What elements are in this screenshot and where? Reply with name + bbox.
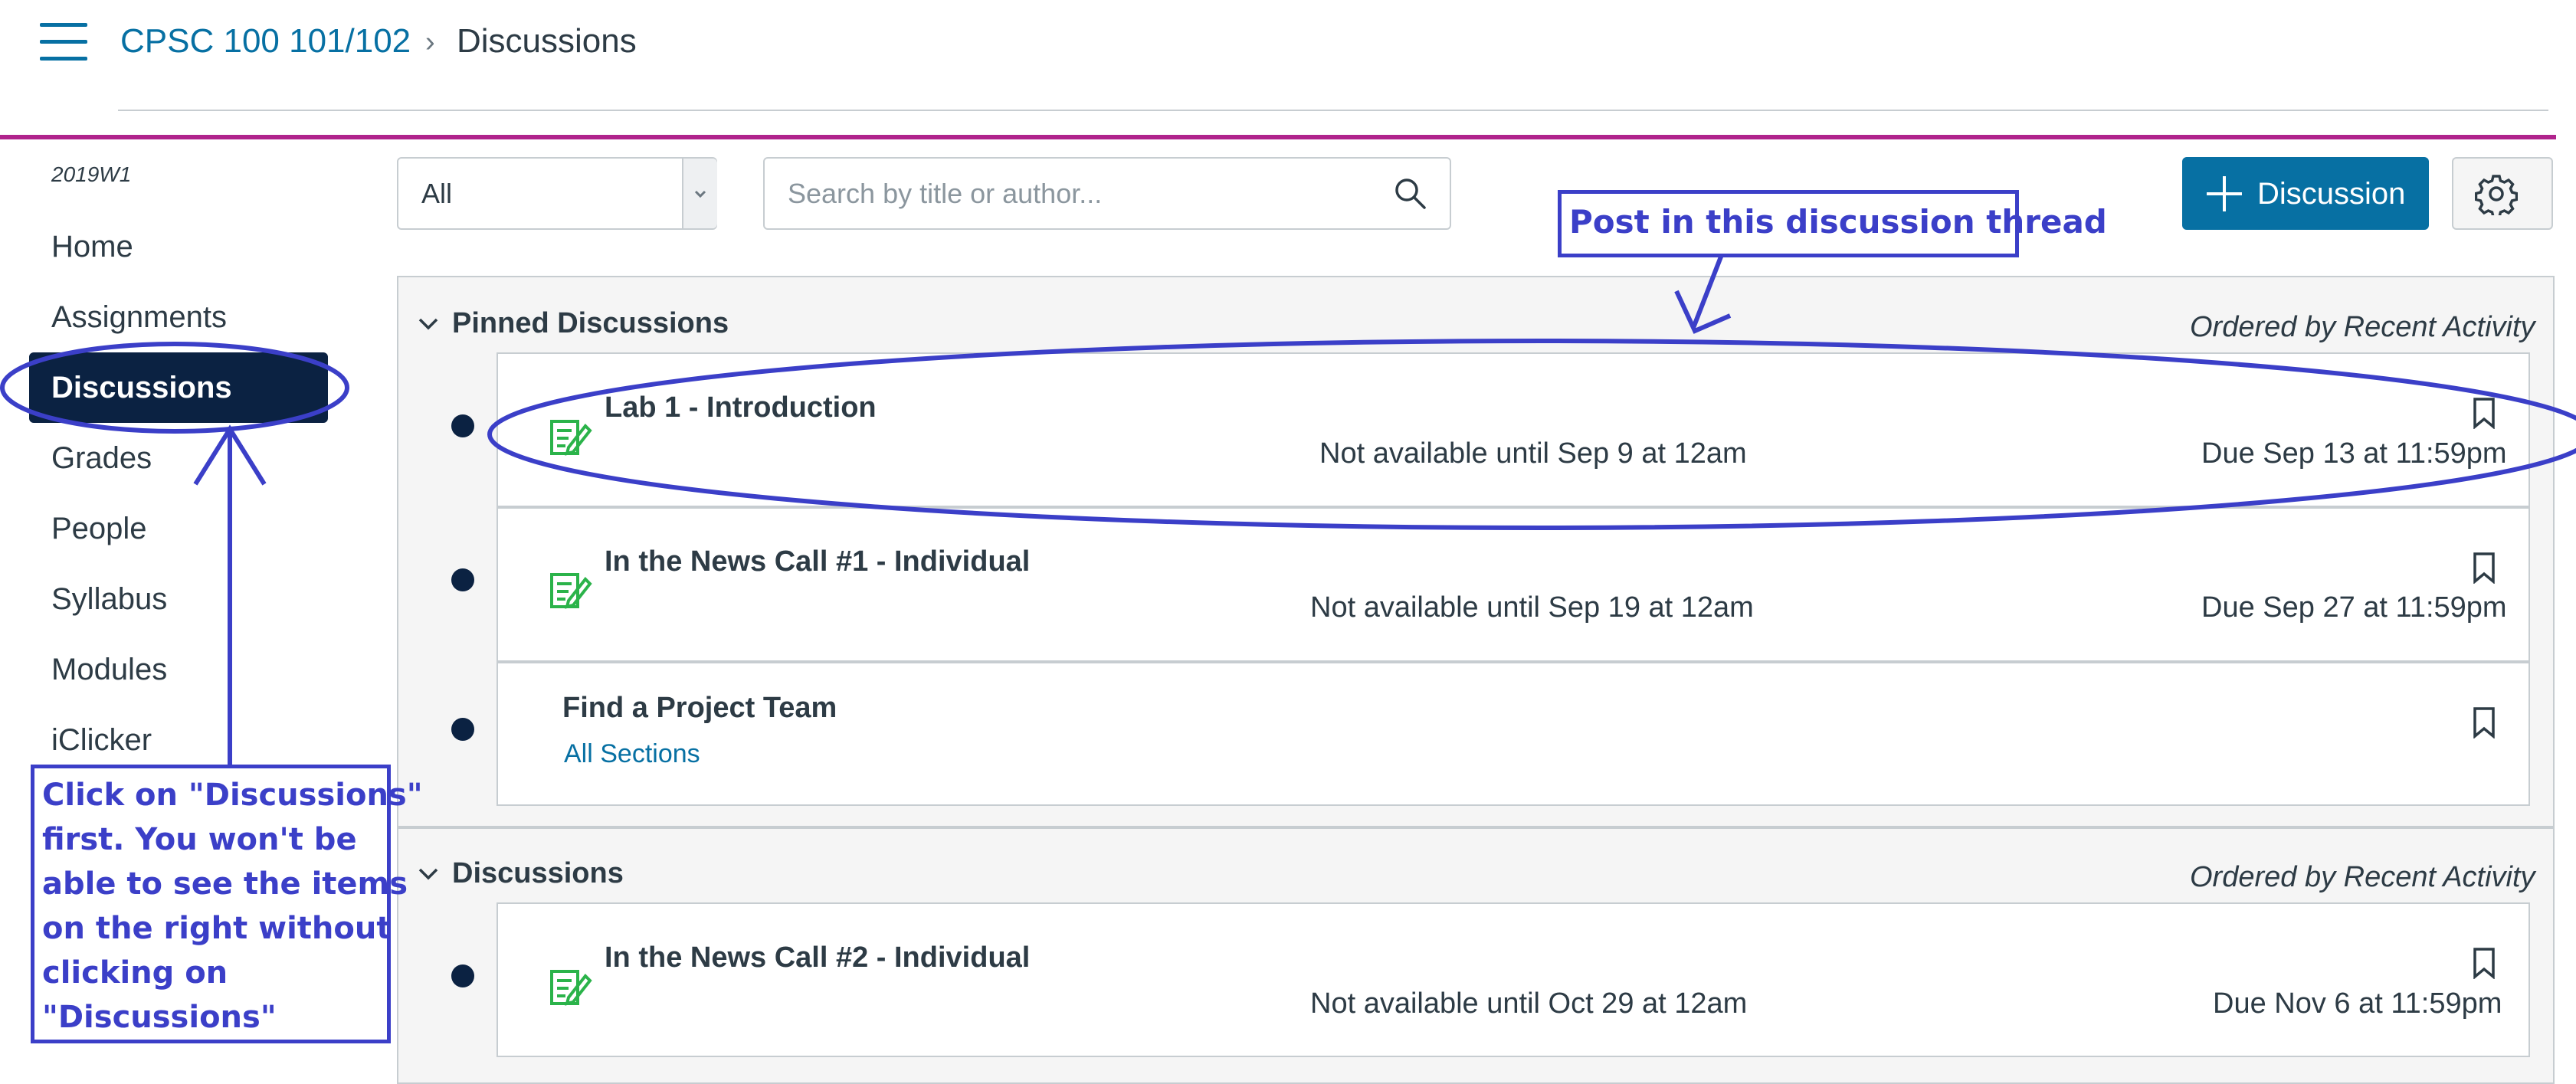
search-placeholder: Search by title or author... <box>788 178 1103 209</box>
hamburger-menu-icon[interactable] <box>40 23 87 61</box>
unread-dot <box>451 414 474 437</box>
discussion-row[interactable] <box>497 902 2530 1057</box>
gear-icon <box>2475 175 2518 215</box>
availability-text: Not available until Oct 29 at 12am <box>1310 987 1748 1020</box>
annotation-callout-left-text: Click on "Discussions" first. You won't … <box>42 773 423 1040</box>
bookmark-icon[interactable] <box>2473 947 2496 979</box>
due-date-text: Due Nov 6 at 11:59pm <box>2213 987 2502 1020</box>
search-icon[interactable] <box>1391 175 1428 211</box>
collapse-pinned-chevron-icon[interactable] <box>415 311 441 337</box>
discussion-title-link[interactable]: In the News Call #1 - Individual <box>605 542 1030 581</box>
due-date-text: Due Sep 13 at 11:59pm <box>2201 437 2507 470</box>
discussions-section-title[interactable]: Discussions <box>452 854 624 892</box>
discussion-title-link[interactable]: In the News Call #2 - Individual <box>605 938 1030 978</box>
discussion-title-link[interactable]: Find a Project Team <box>562 688 837 728</box>
annotation-line: first. You won't be <box>42 822 357 857</box>
sidebar-item-iclicker[interactable]: iClicker <box>51 719 152 761</box>
annotation-line: on the right without <box>42 911 392 946</box>
breadcrumb-course-link[interactable]: CPSC 100 101/102 <box>120 18 411 64</box>
sidebar-item-discussions-label: Discussions <box>51 371 232 404</box>
annotation-line: "Discussions" <box>42 1000 277 1035</box>
discussion-icon <box>550 420 592 456</box>
discussion-icon <box>550 970 592 1006</box>
unread-dot <box>451 964 474 987</box>
filter-select-value: All <box>421 178 453 209</box>
sidebar-item-home[interactable]: Home <box>51 225 133 268</box>
sidebar-item-assignments[interactable]: Assignments <box>51 296 227 339</box>
filter-select-arrow[interactable] <box>682 159 717 228</box>
unread-dot <box>451 568 474 591</box>
breadcrumb-current-page: Discussions <box>457 22 637 60</box>
pinned-section-title[interactable]: Pinned Discussions <box>452 304 729 342</box>
annotation-line: able to see the items <box>42 866 408 902</box>
chevron-down-icon <box>694 190 706 198</box>
annotation-callout-top-text: Post in this discussion thread <box>1569 203 2107 241</box>
availability-text: Not available until Sep 9 at 12am <box>1319 437 1747 470</box>
sections-link[interactable]: All Sections <box>564 735 700 772</box>
plus-icon <box>2207 176 2242 211</box>
breadcrumb-separator: › <box>425 26 435 58</box>
annotation-line: Click on "Discussions" <box>42 778 423 813</box>
discussion-title-link[interactable]: Lab 1 - Introduction <box>605 388 877 427</box>
annotation-line: clicking on <box>42 955 228 991</box>
sidebar-item-people[interactable]: People <box>51 507 147 550</box>
due-date-text: Due Sep 27 at 11:59pm <box>2201 591 2507 624</box>
discussions-section-order: Ordered by Recent Activity <box>2190 861 2535 893</box>
discussion-icon <box>550 573 592 609</box>
course-term: 2019W1 <box>51 162 132 186</box>
sidebar-item-modules[interactable]: Modules <box>51 648 167 691</box>
discussion-row[interactable] <box>497 352 2530 507</box>
pinned-section-order: Ordered by Recent Activity <box>2190 311 2535 343</box>
sidebar-item-syllabus[interactable]: Syllabus <box>51 578 167 621</box>
unread-dot <box>451 718 474 741</box>
add-discussion-label: Discussion <box>2257 177 2406 211</box>
accent-line <box>0 135 2556 139</box>
header-divider <box>118 110 2548 111</box>
sidebar-item-grades[interactable]: Grades <box>51 437 152 480</box>
availability-text: Not available until Sep 19 at 12am <box>1310 591 1754 624</box>
discussion-row[interactable] <box>497 507 2530 662</box>
bookmark-icon[interactable] <box>2473 706 2496 738</box>
discussion-row[interactable] <box>497 662 2530 806</box>
bookmark-icon[interactable] <box>2473 397 2496 429</box>
bookmark-icon[interactable] <box>2473 552 2496 584</box>
